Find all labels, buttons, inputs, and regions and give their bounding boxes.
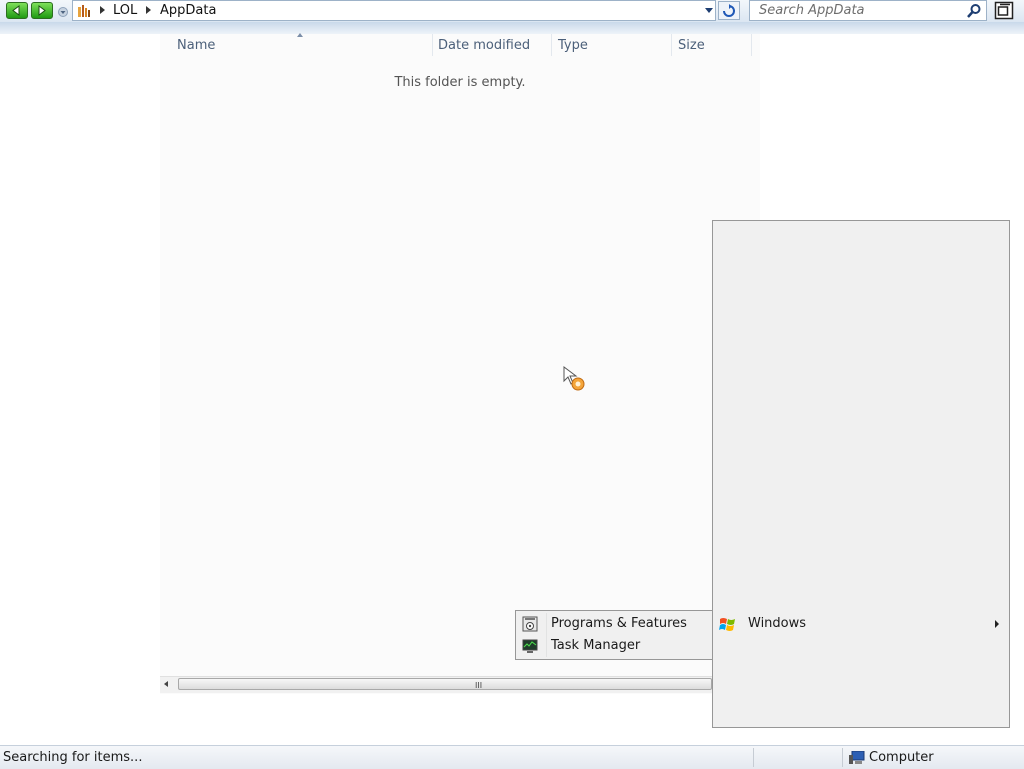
search-input[interactable]	[750, 1, 969, 20]
column-header-type[interactable]: Type	[558, 38, 588, 53]
status-divider	[842, 748, 843, 767]
menu-label: Windows	[748, 616, 807, 631]
horizontal-scrollbar[interactable]: III	[160, 676, 712, 693]
column-divider[interactable]	[671, 34, 672, 56]
scrollbar-thumb[interactable]: III	[178, 678, 712, 690]
scroll-left-icon[interactable]	[164, 681, 168, 687]
column-divider[interactable]	[551, 34, 552, 56]
status-bar: Searching for items... Computer	[0, 745, 1024, 769]
search-icon[interactable]	[966, 3, 982, 19]
column-headers: Name Date modified Type Size	[160, 33, 752, 56]
menu-label: Programs & Features	[551, 616, 687, 631]
column-header-date-modified[interactable]: Date modified	[438, 38, 530, 53]
refresh-icon	[723, 4, 735, 17]
recent-pages-button[interactable]	[57, 4, 69, 18]
windows-logo-icon	[719, 618, 735, 631]
breadcrumb-appdata[interactable]: AppData	[160, 3, 216, 18]
submenu-arrow-icon	[995, 620, 999, 628]
address-toolbar: LOL AppData	[0, 0, 1024, 23]
restore-window-icon[interactable]	[994, 1, 1014, 20]
refresh-button[interactable]	[718, 1, 740, 20]
programs-features-icon	[522, 616, 538, 632]
forward-arrow-icon	[38, 5, 46, 16]
toolbar-strip	[0, 22, 1024, 34]
back-button[interactable]	[6, 2, 28, 19]
column-divider[interactable]	[432, 34, 433, 56]
empty-folder-message: This folder is empty.	[394, 75, 526, 90]
chevron-down-icon	[58, 7, 68, 17]
menu-item-windows[interactable]: Windows	[715, 614, 1007, 636]
address-bar[interactable]: LOL AppData	[72, 0, 716, 21]
folder-path-icon	[78, 5, 90, 17]
computer-icon	[849, 751, 865, 764]
task-manager-icon	[522, 639, 538, 653]
scrollbar-grip: III	[475, 681, 483, 690]
breadcrumb-arrow-icon[interactable]	[100, 6, 105, 14]
start-menu-panel: Windows	[712, 220, 1010, 728]
menu-label: Task Manager	[551, 638, 641, 653]
sort-ascending-icon	[297, 33, 303, 37]
context-submenu: Programs & Features Task Manager	[515, 610, 713, 660]
column-divider[interactable]	[751, 34, 752, 56]
menu-item-programs-features[interactable]: Programs & Features	[518, 614, 710, 634]
forward-button[interactable]	[31, 2, 53, 19]
zone-label: Computer	[869, 750, 934, 765]
status-text: Searching for items...	[3, 750, 143, 765]
column-header-size[interactable]: Size	[678, 38, 705, 53]
column-header-name[interactable]: Name	[177, 38, 215, 53]
breadcrumb-arrow-icon[interactable]	[146, 6, 151, 14]
search-box[interactable]	[749, 0, 987, 21]
address-dropdown-icon[interactable]	[705, 8, 713, 13]
file-list-pane[interactable]: Name Date modified Type Size This folder…	[160, 33, 760, 694]
busy-cursor-icon	[563, 366, 585, 391]
status-divider	[753, 748, 754, 767]
back-arrow-icon	[12, 5, 20, 16]
breadcrumb-lol[interactable]: LOL	[113, 3, 137, 18]
menu-item-task-manager[interactable]: Task Manager	[518, 636, 710, 656]
